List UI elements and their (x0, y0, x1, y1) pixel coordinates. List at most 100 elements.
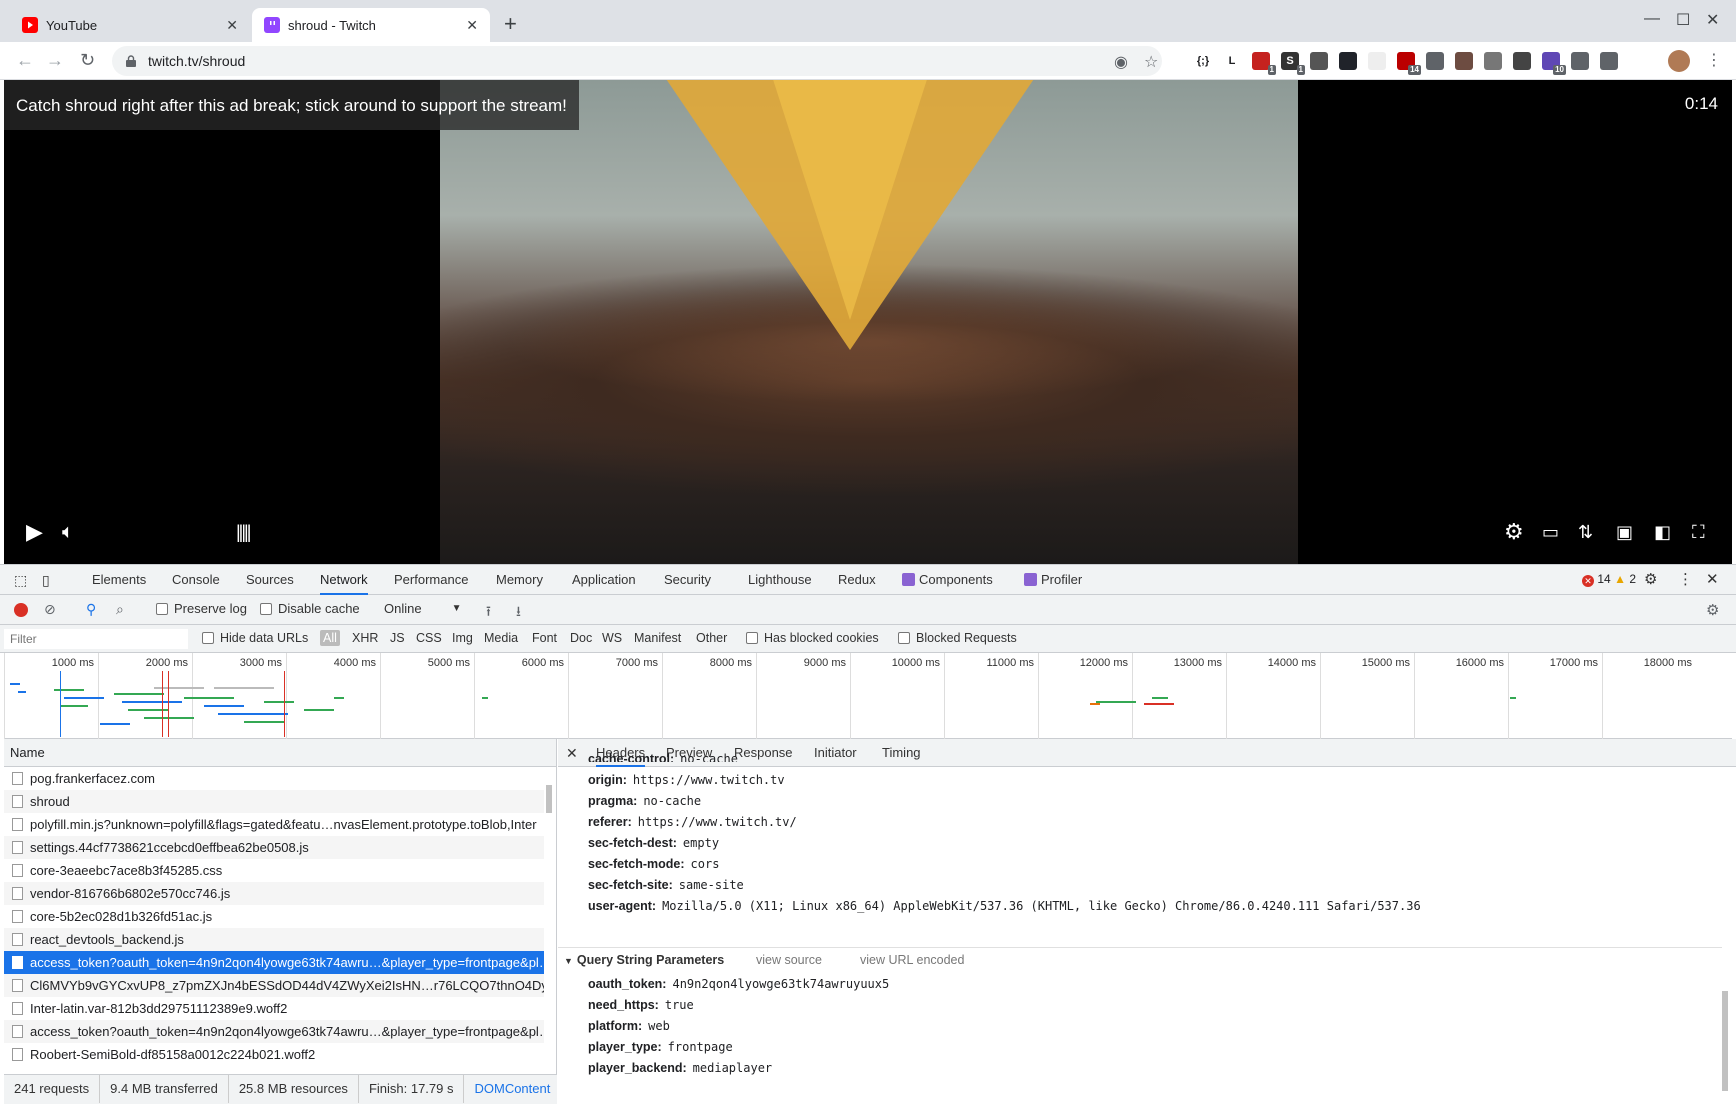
filter-type-media[interactable]: Media (484, 631, 518, 645)
issues-counter[interactable]: ✕ 14 ▲ 2 (1582, 572, 1636, 587)
filter-type-img[interactable]: Img (452, 631, 473, 645)
cast-icon[interactable]: ▭ (1542, 520, 1559, 544)
disable-cache-checkbox[interactable]: Disable cache (260, 601, 360, 616)
request-row[interactable]: react_devtools_backend.js (4, 928, 544, 951)
tab-performance[interactable]: Performance (394, 565, 468, 595)
json-icon[interactable]: {;} (1194, 52, 1212, 70)
checkbox[interactable] (746, 632, 758, 644)
tab-components[interactable]: Components (902, 565, 993, 595)
check-icon[interactable] (1484, 52, 1502, 70)
throttle-select[interactable]: Online ▼ (384, 601, 461, 616)
tab-memory[interactable]: Memory (496, 565, 543, 595)
react-ext-icon[interactable] (1339, 52, 1357, 70)
fullscreen-icon[interactable]: ⛶ (1692, 520, 1705, 544)
scrollbar[interactable] (1720, 771, 1730, 1099)
devtools-settings-icon[interactable]: ⚙ (1644, 565, 1657, 595)
record-icon[interactable] (14, 603, 28, 617)
tab-security[interactable]: Security (664, 565, 711, 595)
request-row[interactable]: core-3eaeebc7ace8b3f45285.css (4, 859, 544, 882)
close-devtools-icon[interactable]: ✕ (1706, 565, 1719, 595)
filter-type-doc[interactable]: Doc (570, 631, 592, 645)
filter-input[interactable] (4, 629, 188, 649)
eye-off-icon[interactable]: ◉ (1114, 52, 1128, 72)
filter-type-manifest[interactable]: Manifest (634, 631, 681, 645)
network-overview-timeline[interactable]: 1000 ms 2000 ms 3000 ms 4000 ms 5000 ms 6000 … (4, 653, 1732, 739)
filter-type-font[interactable]: Font (532, 631, 557, 645)
crown-icon[interactable] (1513, 52, 1531, 70)
puzzle-icon[interactable] (1571, 52, 1589, 70)
request-row[interactable]: settings.44cf7738621ccebcd0effbea62be050… (4, 836, 544, 859)
request-row[interactable]: polyfill.min.js?unknown=polyfill&flags=g… (4, 813, 544, 836)
close-tab-icon[interactable]: ✕ (466, 17, 478, 34)
view-source-link[interactable]: view source (756, 953, 822, 967)
scrollbar-thumb[interactable] (1722, 991, 1728, 1091)
preserve-log-checkbox[interactable]: Preserve log (156, 601, 247, 616)
clip-icon[interactable]: ⇅ (1578, 520, 1593, 544)
close-detail-icon[interactable]: ✕ (566, 739, 578, 767)
filter-type-other[interactable]: Other (696, 631, 727, 645)
checkbox[interactable] (202, 632, 214, 644)
video-player[interactable]: Catch shroud right after this ad break; … (4, 80, 1732, 564)
new-tab-button[interactable]: + (504, 12, 517, 36)
request-row[interactable]: core-5b2ec028d1b326fd51ac.js (4, 905, 544, 928)
queue-icon[interactable] (1600, 52, 1618, 70)
mail-icon[interactable] (1426, 52, 1444, 70)
scrollbar[interactable] (544, 771, 554, 1071)
scrollbar-thumb[interactable] (546, 785, 552, 813)
filter-type-css[interactable]: CSS (416, 631, 442, 645)
more-options-icon[interactable]: ⋮ (1678, 565, 1693, 595)
timer-ext-icon[interactable] (1368, 52, 1386, 70)
request-row[interactable]: shroud (4, 790, 544, 813)
checkbox[interactable] (898, 632, 910, 644)
filter-type-ws[interactable]: WS (602, 631, 622, 645)
settings-gear-icon[interactable]: ⚙ (1504, 520, 1524, 544)
reload-icon[interactable]: ↻ (80, 50, 95, 71)
has-blocked-cookies-checkbox[interactable]: Has blocked cookies (746, 631, 879, 645)
pen-ext-icon[interactable] (1310, 52, 1328, 70)
request-row[interactable]: pog.frankerfacez.com (4, 767, 544, 790)
filter-type-all[interactable]: All (320, 630, 340, 646)
tab-network[interactable]: Network (320, 565, 368, 595)
tab-profiler[interactable]: Profiler (1024, 565, 1082, 595)
red-ext-icon[interactable]: 1 (1252, 52, 1276, 75)
play-icon[interactable]: ▶ (26, 520, 43, 544)
network-settings-icon[interactable]: ⚙ (1706, 601, 1719, 619)
tab-application[interactable]: Application (572, 565, 636, 595)
hide-data-urls-checkbox[interactable]: Hide data URLs (202, 631, 308, 645)
inspect-element-icon[interactable]: ⬚ (14, 565, 27, 595)
filter-type-js[interactable]: JS (390, 631, 405, 645)
picture-in-picture-icon[interactable]: ▣ (1616, 520, 1633, 544)
tab-elements[interactable]: Elements (92, 565, 146, 595)
maximize-icon[interactable]: ☐ (1676, 10, 1690, 30)
filter-type-xhr[interactable]: XHR (352, 631, 378, 645)
clear-icon[interactable]: ⊘ (44, 601, 56, 618)
request-row[interactable]: Inter-latin.var-812b3dd29751112389e9.wof… (4, 997, 544, 1020)
close-window-icon[interactable]: ✕ (1706, 10, 1719, 30)
ext-badge-icon[interactable]: 10 (1542, 52, 1566, 75)
back-icon[interactable]: ← (16, 50, 34, 71)
tab-youtube[interactable]: YouTube ✕ (10, 8, 250, 42)
tab-console[interactable]: Console (172, 565, 220, 595)
theatre-mode-icon[interactable]: ◧ (1654, 520, 1671, 544)
checkbox[interactable] (260, 602, 272, 615)
tab-sources[interactable]: Sources (246, 565, 294, 595)
import-har-icon[interactable]: ⭱ (486, 601, 491, 625)
request-row[interactable]: access_token?oauth_token=4n9n2qon4lyowge… (4, 951, 544, 974)
tab-response[interactable]: Response (734, 739, 793, 767)
view-url-encoded-link[interactable]: view URL encoded (860, 953, 964, 967)
filter-icon[interactable]: ⚲ (86, 601, 96, 618)
device-toolbar-icon[interactable]: ▯ (42, 565, 50, 595)
tab-initiator[interactable]: Initiator (814, 739, 857, 767)
request-row[interactable]: access_token?oauth_token=4n9n2qon4lyowge… (4, 1020, 544, 1043)
forward-icon[interactable]: → (46, 50, 64, 71)
minimize-icon[interactable]: — (1644, 10, 1660, 28)
tab-lighthouse[interactable]: Lighthouse (748, 565, 812, 595)
bookmark-star-icon[interactable]: ☆ (1144, 52, 1158, 72)
volume-icon[interactable]: 🔈︎ (62, 520, 74, 544)
name-column-header[interactable]: Name (4, 739, 556, 767)
query-string-section-title[interactable]: ▼ Query String Parameters (564, 953, 724, 967)
close-tab-icon[interactable]: ✕ (226, 17, 238, 34)
s-ext-icon[interactable]: S1 (1281, 52, 1305, 75)
tab-redux[interactable]: Redux (838, 565, 876, 595)
request-row[interactable]: vendor-816766b6802e570cc746.js (4, 882, 544, 905)
